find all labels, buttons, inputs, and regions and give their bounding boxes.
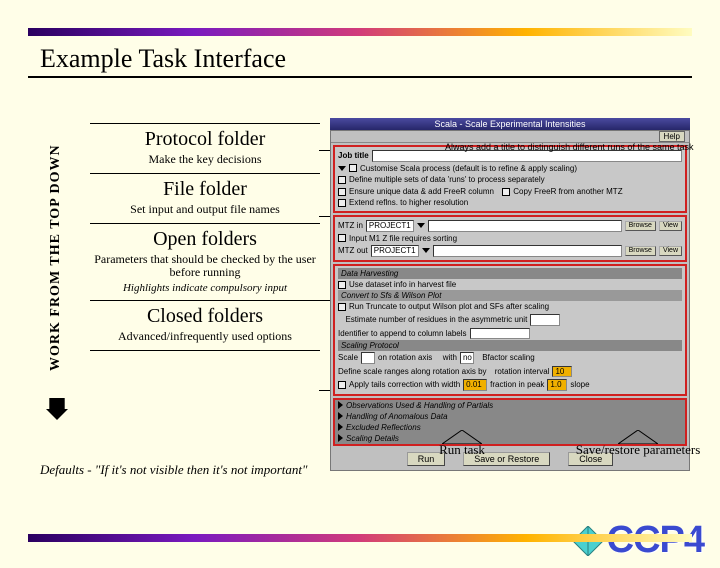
vertical-label: WORK FROM THE TOP DOWN: [48, 128, 64, 388]
checkbox[interactable]: [338, 199, 346, 207]
bottom-gradient-bar: [28, 534, 692, 542]
tri-icon: [422, 248, 430, 253]
view-button[interactable]: View: [659, 246, 682, 256]
open-folders-box: Open folders Parameters that should be c…: [90, 223, 320, 301]
folder-sub: Make the key decisions: [94, 153, 316, 167]
folder-title: Closed folders: [94, 305, 316, 328]
file-row: Input M1 Z file requires sorting: [349, 234, 457, 244]
file-label: MTZ in: [338, 221, 363, 231]
rotation-interval-input[interactable]: 10: [552, 366, 572, 378]
save-annotation: Save/restore parameters: [548, 430, 720, 458]
tri-icon[interactable]: [338, 434, 343, 442]
protocol-row: Copy FreeR from another MTZ: [513, 187, 622, 197]
tri-icon[interactable]: [338, 423, 343, 431]
protocol-row: Ensure unique data & add FreeR column: [349, 187, 494, 197]
folder-sub: Advanced/infrequently used options: [94, 330, 316, 344]
view-button[interactable]: View: [659, 221, 682, 231]
file-label: MTZ out: [338, 246, 368, 256]
folder-title: Open folders: [94, 228, 316, 251]
folder-title: File folder: [94, 178, 316, 201]
browse-button[interactable]: Browse: [625, 246, 656, 256]
tri-icon: [338, 166, 346, 171]
file-proj[interactable]: PROJECT1: [371, 245, 419, 257]
task-interface-window: Scala - Scale Experimental Intensities H…: [330, 118, 690, 471]
file-path-input[interactable]: [428, 220, 622, 232]
tri-icon: [417, 223, 425, 228]
tri-icon[interactable]: [338, 412, 343, 420]
open-hdr: Convert to Sfs & Wilson Plot: [338, 290, 682, 301]
file-section: MTZ in PROJECT1 BrowseView Input M1 Z fi…: [333, 215, 687, 262]
checkbox[interactable]: [338, 303, 346, 311]
residues-input[interactable]: [530, 314, 560, 326]
open-hdr: Data Harvesting: [338, 268, 682, 279]
checkbox[interactable]: [338, 281, 346, 289]
run-annotation: Run task: [372, 430, 552, 458]
checkbox[interactable]: [338, 381, 346, 389]
folder-sub: Set input and output file names: [94, 203, 316, 217]
protocol-row: Customise Scala process (default is to r…: [360, 164, 577, 174]
protocol-row: Extend reflns. to higher resolution: [349, 198, 468, 208]
protocol-row: Define multiple sets of data 'runs' to p…: [349, 175, 545, 185]
id-input[interactable]: [470, 328, 530, 340]
checkbox[interactable]: [502, 188, 510, 196]
checkbox[interactable]: [338, 188, 346, 196]
closed-folders-box: Closed folders Advanced/infrequently use…: [90, 300, 320, 351]
job-title-label: Job title: [338, 151, 369, 161]
file-proj[interactable]: PROJECT1: [366, 220, 414, 232]
folder-labels-column: Protocol folder Make the key decisions F…: [90, 123, 320, 351]
open-hdr: Scaling Protocol: [338, 340, 682, 351]
help-button[interactable]: Help: [659, 131, 685, 142]
top-gradient-bar: [28, 28, 692, 36]
title-underline: [28, 76, 692, 78]
browse-button[interactable]: Browse: [625, 221, 656, 231]
folder-note: Highlights indicate compulsory input: [94, 282, 316, 294]
checkbox[interactable]: [338, 234, 346, 242]
tri-icon[interactable]: [338, 401, 343, 409]
defaults-note: Defaults - "If it's not visible then it'…: [40, 462, 307, 478]
arrow-down-icon: [46, 398, 68, 420]
slide-title: Example Task Interface: [40, 44, 720, 74]
folder-sub: Parameters that should be checked by the…: [94, 253, 316, 281]
open-folders-section: Data Harvesting Use dataset info in harv…: [333, 264, 687, 396]
folder-title: Protocol folder: [94, 128, 316, 151]
file-folder-box: File folder Set input and output file na…: [90, 173, 320, 223]
job-title-callout: Always add a title to distinguish differ…: [445, 142, 693, 152]
protocol-section: Job title Customise Scala process (defau…: [333, 145, 687, 213]
protocol-folder-box: Protocol folder Make the key decisions: [90, 123, 320, 173]
window-title: Scala - Scale Experimental Intensities: [330, 118, 690, 130]
file-path-input[interactable]: [433, 245, 622, 257]
checkbox[interactable]: [338, 176, 346, 184]
checkbox[interactable]: [349, 164, 357, 172]
